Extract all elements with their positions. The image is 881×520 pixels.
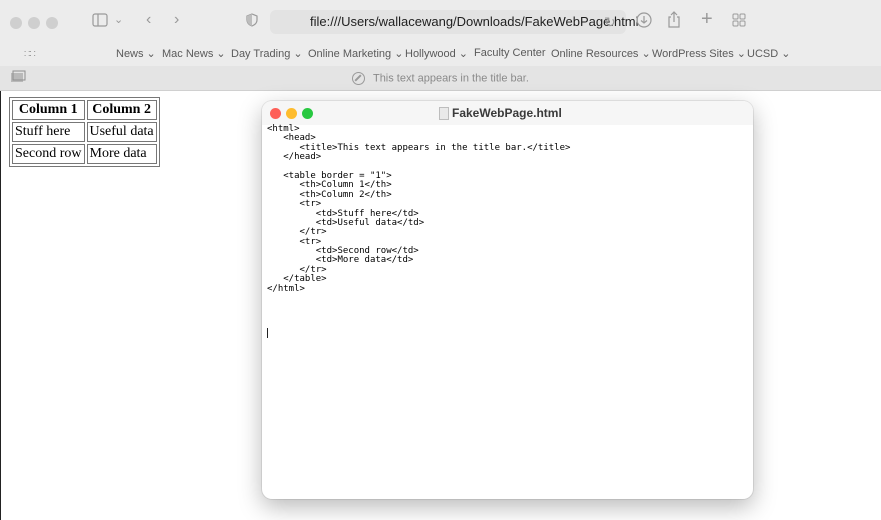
bookmark-online-marketing[interactable]: Online Marketing ⌄ — [308, 47, 403, 60]
browser-toolbar: ⌄ ‹ › file:///Users/wallacewang/Download… — [0, 0, 881, 42]
share-icon[interactable] — [667, 11, 681, 33]
apps-grid-icon[interactable]: ∷∷ — [24, 47, 36, 63]
compass-icon — [352, 72, 366, 85]
editor-close-button[interactable] — [270, 108, 281, 119]
chevron-left-icon[interactable]: ‹ — [146, 12, 151, 28]
chevron-right-icon[interactable]: › — [174, 12, 179, 28]
table-row: Second row More data — [12, 144, 157, 164]
table-cell: Stuff here — [12, 122, 85, 142]
code-line: </table> — [267, 274, 327, 285]
table-cell: More data — [86, 144, 157, 164]
text-cursor — [267, 328, 268, 338]
table-row: Stuff here Useful data — [12, 122, 157, 142]
sidebar-icon[interactable] — [92, 13, 108, 27]
chevron-down-icon[interactable]: ⌄ — [114, 12, 123, 28]
table-header-cell: Column 1 — [12, 100, 85, 120]
grid-icon[interactable] — [732, 13, 746, 31]
bookmark-hollywood[interactable]: Hollywood ⌄ — [405, 47, 468, 60]
address-bar[interactable]: file:///Users/wallacewang/Downloads/Fake… — [270, 10, 639, 34]
tab-title: This text appears in the title bar. — [372, 72, 529, 85]
reload-icon[interactable]: ↻ — [604, 14, 616, 30]
download-icon[interactable] — [636, 12, 652, 32]
bookmark-news[interactable]: News ⌄ — [116, 47, 156, 60]
table-header-row: Column 1 Column 2 — [12, 100, 157, 120]
shield-icon[interactable] — [246, 13, 258, 31]
editor-minimize-button[interactable] — [286, 108, 297, 119]
rendered-table: Column 1 Column 2 Stuff here Useful data… — [9, 97, 160, 167]
bookmark-wordpress-sites[interactable]: WordPress Sites ⌄ — [652, 47, 746, 60]
bookmark-day-trading[interactable]: Day Trading ⌄ — [231, 47, 303, 60]
browser-window: ⌄ ‹ › file:///Users/wallacewang/Download… — [0, 0, 881, 520]
active-tab[interactable]: This text appears in the title bar. — [0, 72, 881, 85]
editor-title: FakeWebPage.html — [452, 106, 562, 120]
bookmark-online-resources[interactable]: Online Resources ⌄ — [551, 47, 651, 60]
code-line: </html> — [267, 283, 305, 294]
minimize-button[interactable] — [28, 17, 40, 29]
editor-titlebar[interactable]: FakeWebPage.html — [262, 101, 753, 125]
zoom-button[interactable] — [46, 17, 58, 29]
table-cell: Useful data — [86, 122, 157, 142]
url-text[interactable]: file:///Users/wallacewang/Downloads/Fake… — [310, 10, 639, 34]
bookmark-ucsd[interactable]: UCSD ⌄ — [747, 47, 790, 60]
favorites-bar: ∷∷ News ⌄ Mac News ⌄ Day Trading ⌄ Onlin… — [0, 42, 881, 66]
table-header-cell: Column 2 — [86, 100, 157, 120]
code-editor[interactable]: <html> <head> <title>This text appears i… — [267, 124, 570, 294]
plus-icon[interactable]: + — [701, 9, 713, 29]
tab-bar: This text appears in the title bar. — [0, 66, 881, 91]
close-button[interactable] — [10, 17, 22, 29]
table-cell: Second row — [12, 144, 85, 164]
document-icon — [439, 107, 449, 120]
bookmark-mac-news[interactable]: Mac News ⌄ — [162, 47, 226, 60]
editor-zoom-button[interactable] — [302, 108, 313, 119]
code-line: </head> — [267, 152, 322, 163]
textedit-window[interactable]: FakeWebPage.html <html> <head> <title>Th… — [262, 101, 753, 499]
bookmark-faculty-center[interactable]: Faculty Center — [474, 47, 546, 59]
